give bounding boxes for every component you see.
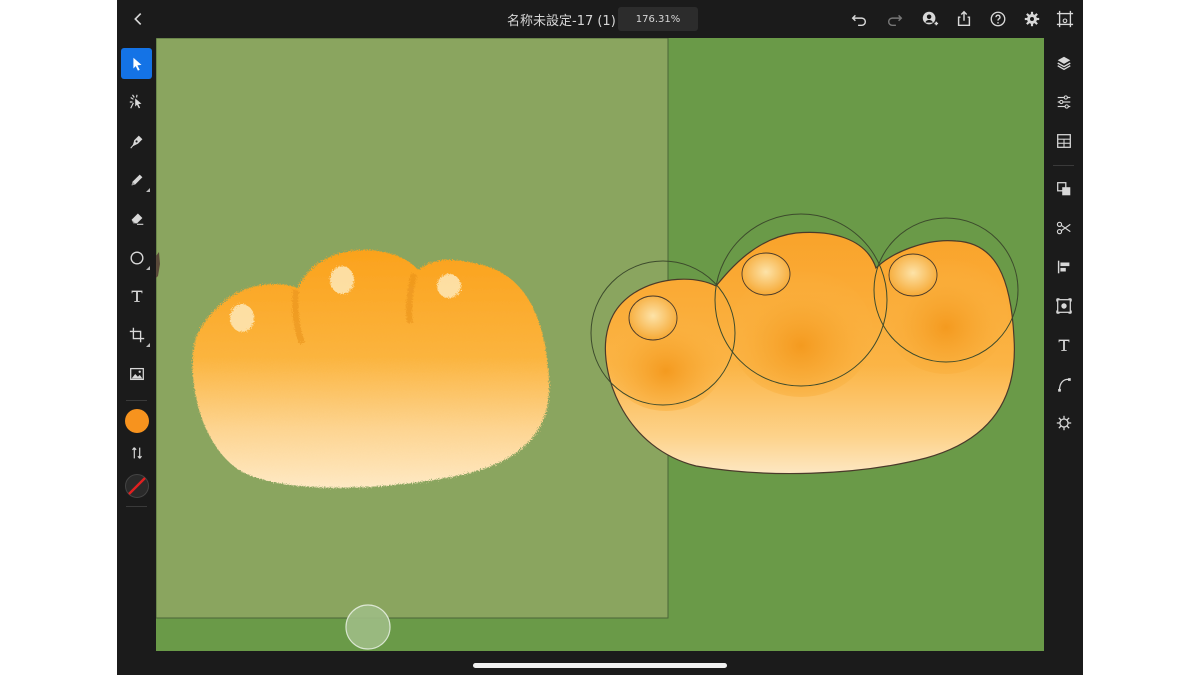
back-button[interactable]	[127, 8, 149, 30]
touch-shortcut-button[interactable]	[345, 604, 391, 650]
help-icon	[990, 11, 1006, 27]
artwork[interactable]	[156, 38, 1044, 651]
align-icon	[1057, 260, 1069, 273]
plugins-button[interactable]	[1048, 407, 1079, 438]
submenu-indicator-icon	[146, 343, 150, 347]
submenu-indicator-icon	[146, 188, 150, 192]
invite-user-icon	[922, 11, 939, 26]
stroke-swatch-icon	[124, 473, 149, 498]
view-icon	[1055, 297, 1072, 314]
shape-tool[interactable]	[121, 242, 152, 273]
toolbar-divider	[1053, 165, 1074, 166]
undo-icon	[851, 14, 867, 27]
share-button[interactable]	[953, 8, 975, 30]
swap-colors-icon	[131, 446, 142, 459]
swap-colors-button[interactable]	[121, 437, 152, 468]
top-bar: 名称未設定-17 (1) 176.31%	[117, 0, 1083, 38]
node-tool[interactable]	[121, 86, 152, 117]
left-toolbar	[117, 38, 156, 675]
toolbar-divider	[126, 506, 147, 507]
zoom-level[interactable]: 176.31%	[618, 7, 698, 31]
text-properties-button[interactable]	[1048, 329, 1079, 360]
properties-button[interactable]	[1048, 86, 1079, 117]
pen-nib-icon	[129, 135, 142, 149]
text-properties-icon	[1058, 339, 1069, 351]
home-indicator[interactable]	[473, 663, 727, 668]
image-tool[interactable]	[121, 358, 152, 389]
artboard-preview-icon	[1056, 10, 1074, 28]
plugins-icon	[1056, 415, 1071, 430]
fill-swatch-icon	[124, 408, 149, 433]
toolbar-divider	[126, 400, 147, 401]
combine-shapes-icon	[1056, 181, 1070, 195]
crop-transform-icon	[129, 327, 144, 342]
share-icon	[957, 10, 971, 27]
settings-button[interactable]	[1021, 8, 1043, 30]
app-window: 名称未設定-17 (1) 176.31%	[117, 0, 1083, 675]
properties-icon	[1057, 94, 1070, 109]
libraries-icon	[1056, 133, 1071, 148]
canvas[interactable]	[156, 38, 1044, 651]
align-button[interactable]	[1048, 251, 1079, 282]
select-tool[interactable]	[121, 48, 152, 79]
pencil-tool[interactable]	[121, 164, 152, 195]
scissors-button[interactable]	[1048, 212, 1079, 243]
eraser-tool[interactable]	[121, 202, 152, 233]
text-icon	[131, 290, 142, 302]
redo-button[interactable]	[884, 8, 906, 30]
chevron-left-icon	[134, 13, 142, 25]
libraries-button[interactable]	[1048, 125, 1079, 156]
fill-circle	[124, 408, 149, 433]
ellipse-icon	[129, 250, 144, 265]
document-title[interactable]: 名称未設定-17 (1)	[507, 10, 616, 29]
combine-shapes-button[interactable]	[1048, 173, 1079, 204]
transform-tool[interactable]	[121, 319, 152, 350]
submenu-indicator-icon	[146, 266, 150, 270]
fill-color-swatch[interactable]	[121, 405, 152, 436]
text-tool[interactable]	[121, 280, 152, 311]
right-toolbar	[1044, 38, 1083, 675]
node-select-icon	[129, 93, 141, 109]
eraser-icon	[131, 213, 143, 225]
image-icon	[129, 367, 144, 380]
settings-icon	[1024, 11, 1040, 27]
invite-user-button[interactable]	[919, 8, 941, 30]
path-icon	[1057, 377, 1071, 392]
help-button[interactable]	[987, 8, 1009, 30]
layers-icon	[1056, 56, 1071, 70]
pen-tool[interactable]	[121, 125, 152, 156]
select-arrow-icon	[132, 57, 141, 71]
layers-button[interactable]	[1048, 47, 1079, 78]
scissors-icon	[1056, 221, 1071, 234]
redo-icon	[887, 14, 903, 27]
artboard-preview-button[interactable]	[1054, 8, 1076, 30]
stroke-color-swatch[interactable]	[121, 470, 152, 501]
pencil-icon	[131, 174, 142, 185]
view-button[interactable]	[1048, 290, 1079, 321]
undo-button[interactable]	[848, 8, 870, 30]
path-button[interactable]	[1048, 368, 1079, 399]
